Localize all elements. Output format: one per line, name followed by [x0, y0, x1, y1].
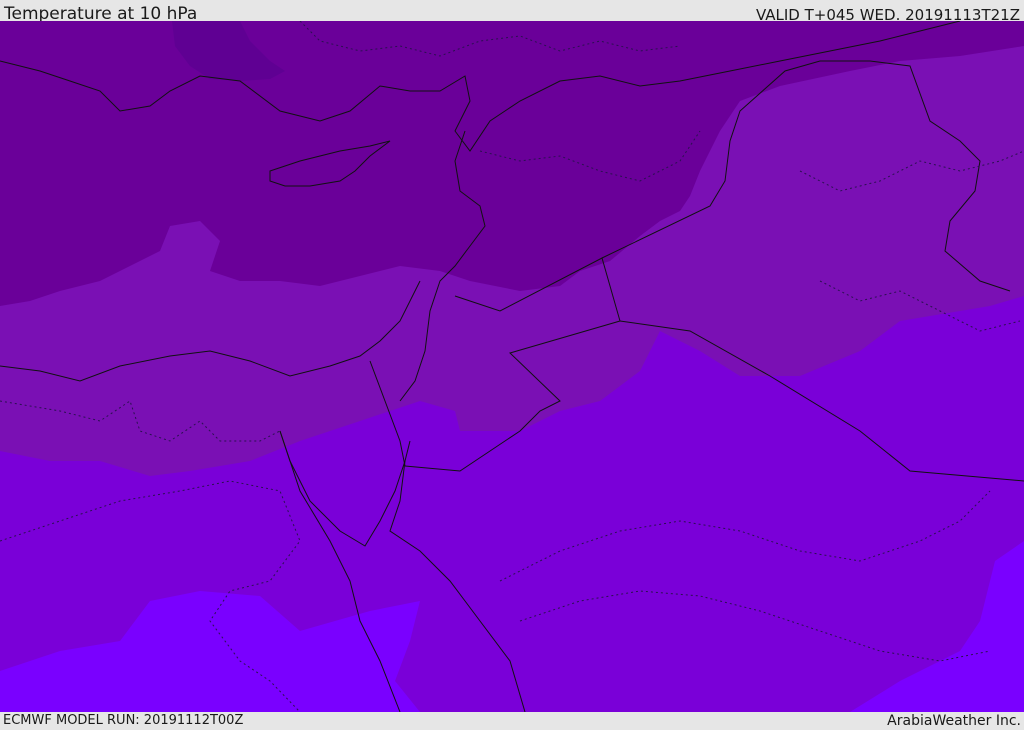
footer-bar: ECMWF MODEL RUN: 20191112T00Z ArabiaWeat… — [0, 712, 1024, 729]
weather-map[interactable] — [0, 21, 1024, 712]
title-bar: Temperature at 10 hPa VALID T+045 WED. 2… — [0, 0, 1024, 24]
temperature-contour-map — [0, 21, 1024, 712]
model-run-label: ECMWF MODEL RUN: 20191112T00Z — [3, 713, 244, 728]
provider-credit: ArabiaWeather Inc. — [887, 713, 1021, 729]
